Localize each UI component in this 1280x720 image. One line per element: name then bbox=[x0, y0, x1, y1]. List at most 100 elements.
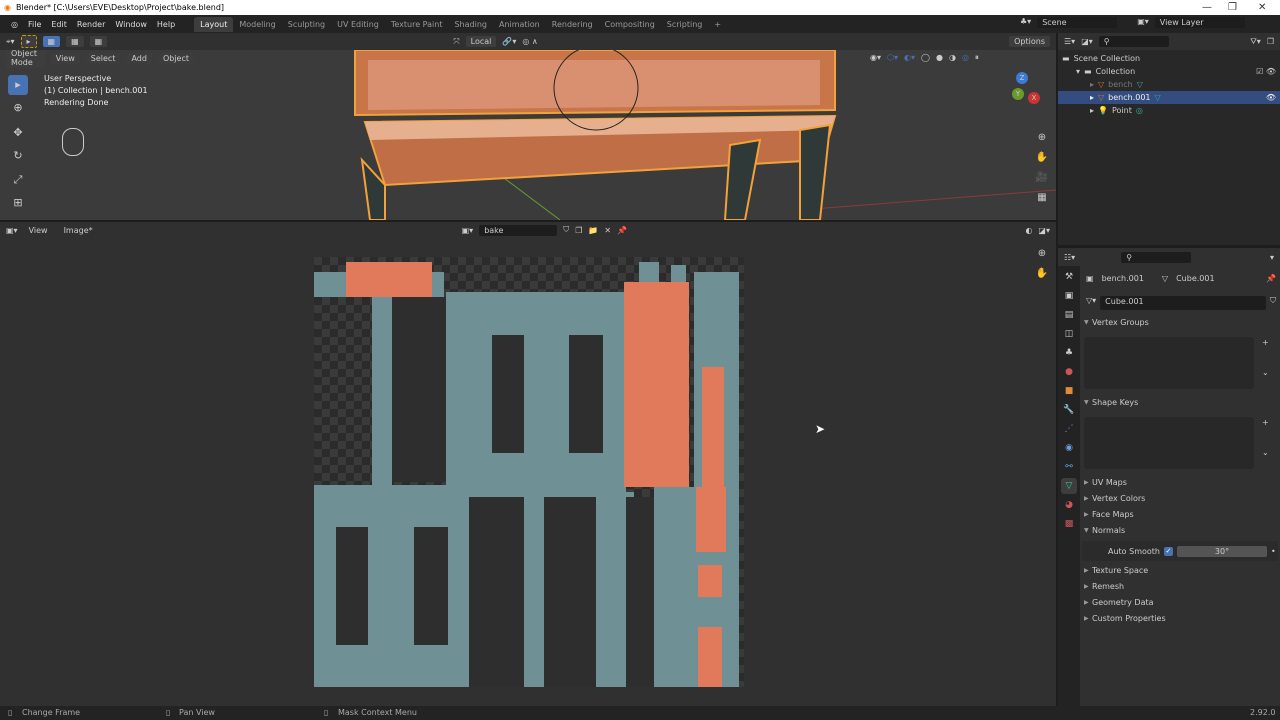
select-mode-extend[interactable]: ▦ bbox=[66, 36, 84, 47]
transform-orientation-dropdown[interactable]: Local bbox=[465, 36, 497, 47]
physics-tab-icon[interactable]: ◉ bbox=[1061, 440, 1077, 456]
add-workspace-button[interactable]: + bbox=[708, 17, 727, 32]
view-layer-tab-icon[interactable]: ◫ bbox=[1061, 326, 1077, 342]
editor-type-icon[interactable]: ▣▾ bbox=[6, 226, 18, 235]
menu-help[interactable]: Help bbox=[152, 20, 180, 29]
particles-tab-icon[interactable]: ⋰ bbox=[1061, 421, 1077, 437]
outliner-filter-type-icon[interactable]: ◪▾ bbox=[1081, 37, 1093, 46]
texture-tab-icon[interactable]: ▩ bbox=[1061, 516, 1077, 532]
select-tool[interactable]: ▸ bbox=[8, 75, 28, 95]
image-editor-canvas[interactable]: ⊕ ✋ ➤ bbox=[0, 238, 1056, 706]
outliner-item-collection[interactable]: ▾ ▬ Collection ☑ 👁 bbox=[1058, 65, 1280, 78]
material-shading-icon[interactable]: ◑ bbox=[949, 53, 956, 63]
panel-remesh[interactable]: ▶ Remesh bbox=[1082, 579, 1278, 595]
menu-render[interactable]: Render bbox=[72, 20, 110, 29]
display-channels-icon[interactable]: ◪▾ bbox=[1038, 226, 1050, 235]
add-shape-key-button[interactable]: + bbox=[1262, 418, 1269, 427]
object-mode-dropdown[interactable]: Object Mode bbox=[6, 50, 45, 68]
snap-icon[interactable]: 🔗▾ bbox=[502, 37, 516, 46]
menu-file[interactable]: File bbox=[23, 20, 46, 29]
options-dropdown[interactable]: Options bbox=[1009, 36, 1050, 47]
mesh-browse-icon[interactable]: ▽▾ bbox=[1086, 296, 1096, 310]
scale-tool[interactable]: ⤢ bbox=[8, 170, 28, 190]
tab-modeling[interactable]: Modeling bbox=[233, 17, 281, 32]
panel-uv-maps[interactable]: ▶ UV Maps bbox=[1082, 475, 1278, 491]
tab-scripting[interactable]: Scripting bbox=[661, 17, 709, 32]
rendered-shading-icon[interactable]: ◎ bbox=[962, 53, 969, 63]
auto-smooth-angle-field[interactable]: 30° bbox=[1176, 545, 1267, 557]
tab-compositing[interactable]: Compositing bbox=[599, 17, 661, 32]
tab-animation[interactable]: Animation bbox=[493, 17, 546, 32]
new-image-icon[interactable]: ❐ bbox=[575, 226, 582, 235]
scene-icon[interactable]: ♣▾ bbox=[1020, 17, 1031, 28]
select-mode-subtract[interactable]: ▦ bbox=[89, 36, 108, 47]
overlay-toggle-icon[interactable]: ◐▾ bbox=[904, 53, 915, 63]
pin-icon[interactable]: 📌 bbox=[1266, 274, 1276, 283]
viewport-menu-view[interactable]: View bbox=[50, 52, 80, 64]
vertex-groups-list[interactable] bbox=[1084, 337, 1254, 389]
camera-view-icon[interactable]: 🎥 bbox=[1034, 170, 1050, 186]
mesh-data-tab-icon[interactable]: ▽ bbox=[1061, 478, 1077, 494]
transform-tool[interactable]: ⊞ bbox=[8, 193, 28, 213]
perspective-toggle-icon[interactable]: ▦ bbox=[1034, 190, 1050, 206]
view-layer-icon[interactable]: ▣▾ bbox=[1137, 17, 1149, 28]
auto-smooth-checkbox[interactable]: ✓ bbox=[1163, 546, 1173, 556]
world-tab-icon[interactable]: ● bbox=[1061, 364, 1077, 380]
image-zoom-icon[interactable]: ⊕ bbox=[1034, 246, 1050, 262]
material-tab-icon[interactable]: ◕ bbox=[1061, 497, 1077, 513]
pause-render-icon[interactable]: ⏸ bbox=[975, 53, 979, 63]
image-menu-image[interactable]: Image* bbox=[59, 225, 98, 236]
menu-window[interactable]: Window bbox=[110, 20, 152, 29]
tab-shading[interactable]: Shading bbox=[448, 17, 493, 32]
overlay-icon[interactable]: ◐ bbox=[1025, 226, 1032, 235]
output-tab-icon[interactable]: ▤ bbox=[1061, 307, 1077, 323]
outliner-item-bench[interactable]: ▸ ▽ bench ▽ bbox=[1058, 78, 1280, 91]
move-tool[interactable]: ✥ bbox=[8, 123, 28, 143]
add-vertex-group-button[interactable]: + bbox=[1262, 338, 1269, 347]
transform-pivot-icon[interactable]: ⌖▾ bbox=[6, 37, 15, 47]
mesh-name-field[interactable]: Cube.001 bbox=[1100, 296, 1266, 310]
fake-user-icon[interactable]: ⛉ bbox=[563, 225, 569, 235]
close-button[interactable]: ✕ bbox=[1258, 0, 1266, 15]
rotate-tool[interactable]: ↻ bbox=[8, 146, 28, 166]
panel-vertex-colors[interactable]: ▶ Vertex Colors bbox=[1082, 491, 1278, 507]
panel-shape-keys[interactable]: ▼ Shape Keys bbox=[1082, 395, 1278, 411]
panel-texture-space[interactable]: ▶ Texture Space bbox=[1082, 563, 1278, 579]
gizmo-x-axis[interactable]: X bbox=[1028, 92, 1040, 104]
object-tab-icon[interactable]: ■ bbox=[1061, 383, 1077, 399]
select-box-tool[interactable]: ▸ bbox=[20, 35, 37, 48]
outliner-item-scene-collection[interactable]: ▬ Scene Collection bbox=[1058, 52, 1280, 65]
outliner-item-point[interactable]: ▸ 💡 Point ◎ bbox=[1058, 104, 1280, 117]
gizmo-y-axis[interactable]: Y bbox=[1012, 88, 1024, 100]
properties-options-icon[interactable]: ▾ bbox=[1270, 253, 1274, 262]
viewport-menu-add[interactable]: Add bbox=[126, 52, 152, 64]
image-browse-icon[interactable]: ▣▾ bbox=[462, 226, 474, 235]
open-image-icon[interactable]: 📁 bbox=[588, 226, 598, 235]
render-tab-icon[interactable]: ▣ bbox=[1061, 288, 1077, 304]
cursor-tool[interactable]: ⊕ bbox=[8, 98, 28, 118]
viewport-menu-object[interactable]: Object bbox=[157, 52, 194, 64]
gizmo-toggle-icon[interactable]: ⬡▾ bbox=[887, 53, 898, 63]
zoom-view-icon[interactable]: ⊕ bbox=[1034, 130, 1050, 146]
image-name-field[interactable]: bake bbox=[479, 224, 558, 236]
outliner-filter-icon[interactable]: ⛛▾ bbox=[1250, 37, 1261, 47]
keyframe-dot-icon[interactable]: • bbox=[1271, 547, 1276, 556]
fake-user-shield-icon[interactable]: ⛉ bbox=[1270, 296, 1276, 310]
pan-view-icon[interactable]: ✋ bbox=[1034, 150, 1050, 166]
proportional-edit-icon[interactable]: ◎ ∧ bbox=[522, 37, 537, 46]
visibility-icon[interactable]: ◉▾ bbox=[870, 53, 881, 63]
pin-icon[interactable]: 📌 bbox=[617, 226, 627, 235]
modifier-tab-icon[interactable]: 🔧 bbox=[1061, 402, 1077, 418]
scene-tab-icon[interactable]: ♣ bbox=[1061, 345, 1077, 361]
outliner-display-mode-icon[interactable]: ☰▾ bbox=[1064, 37, 1075, 46]
tab-sculpting[interactable]: Sculpting bbox=[282, 17, 331, 32]
wireframe-shading-icon[interactable]: ◯ bbox=[921, 53, 930, 63]
image-menu-view[interactable]: View bbox=[24, 225, 53, 236]
minimize-button[interactable]: — bbox=[1202, 0, 1212, 15]
outliner-item-bench-001[interactable]: ▸ ▽ bench.001 ▽ 👁 bbox=[1058, 91, 1280, 104]
constraints-tab-icon[interactable]: ⚯ bbox=[1061, 459, 1077, 475]
panel-geometry-data[interactable]: ▶ Geometry Data bbox=[1082, 595, 1278, 611]
shape-keys-list[interactable] bbox=[1084, 417, 1254, 469]
new-collection-icon[interactable]: ❐ bbox=[1267, 37, 1274, 46]
solid-shading-icon[interactable]: ● bbox=[936, 53, 943, 63]
